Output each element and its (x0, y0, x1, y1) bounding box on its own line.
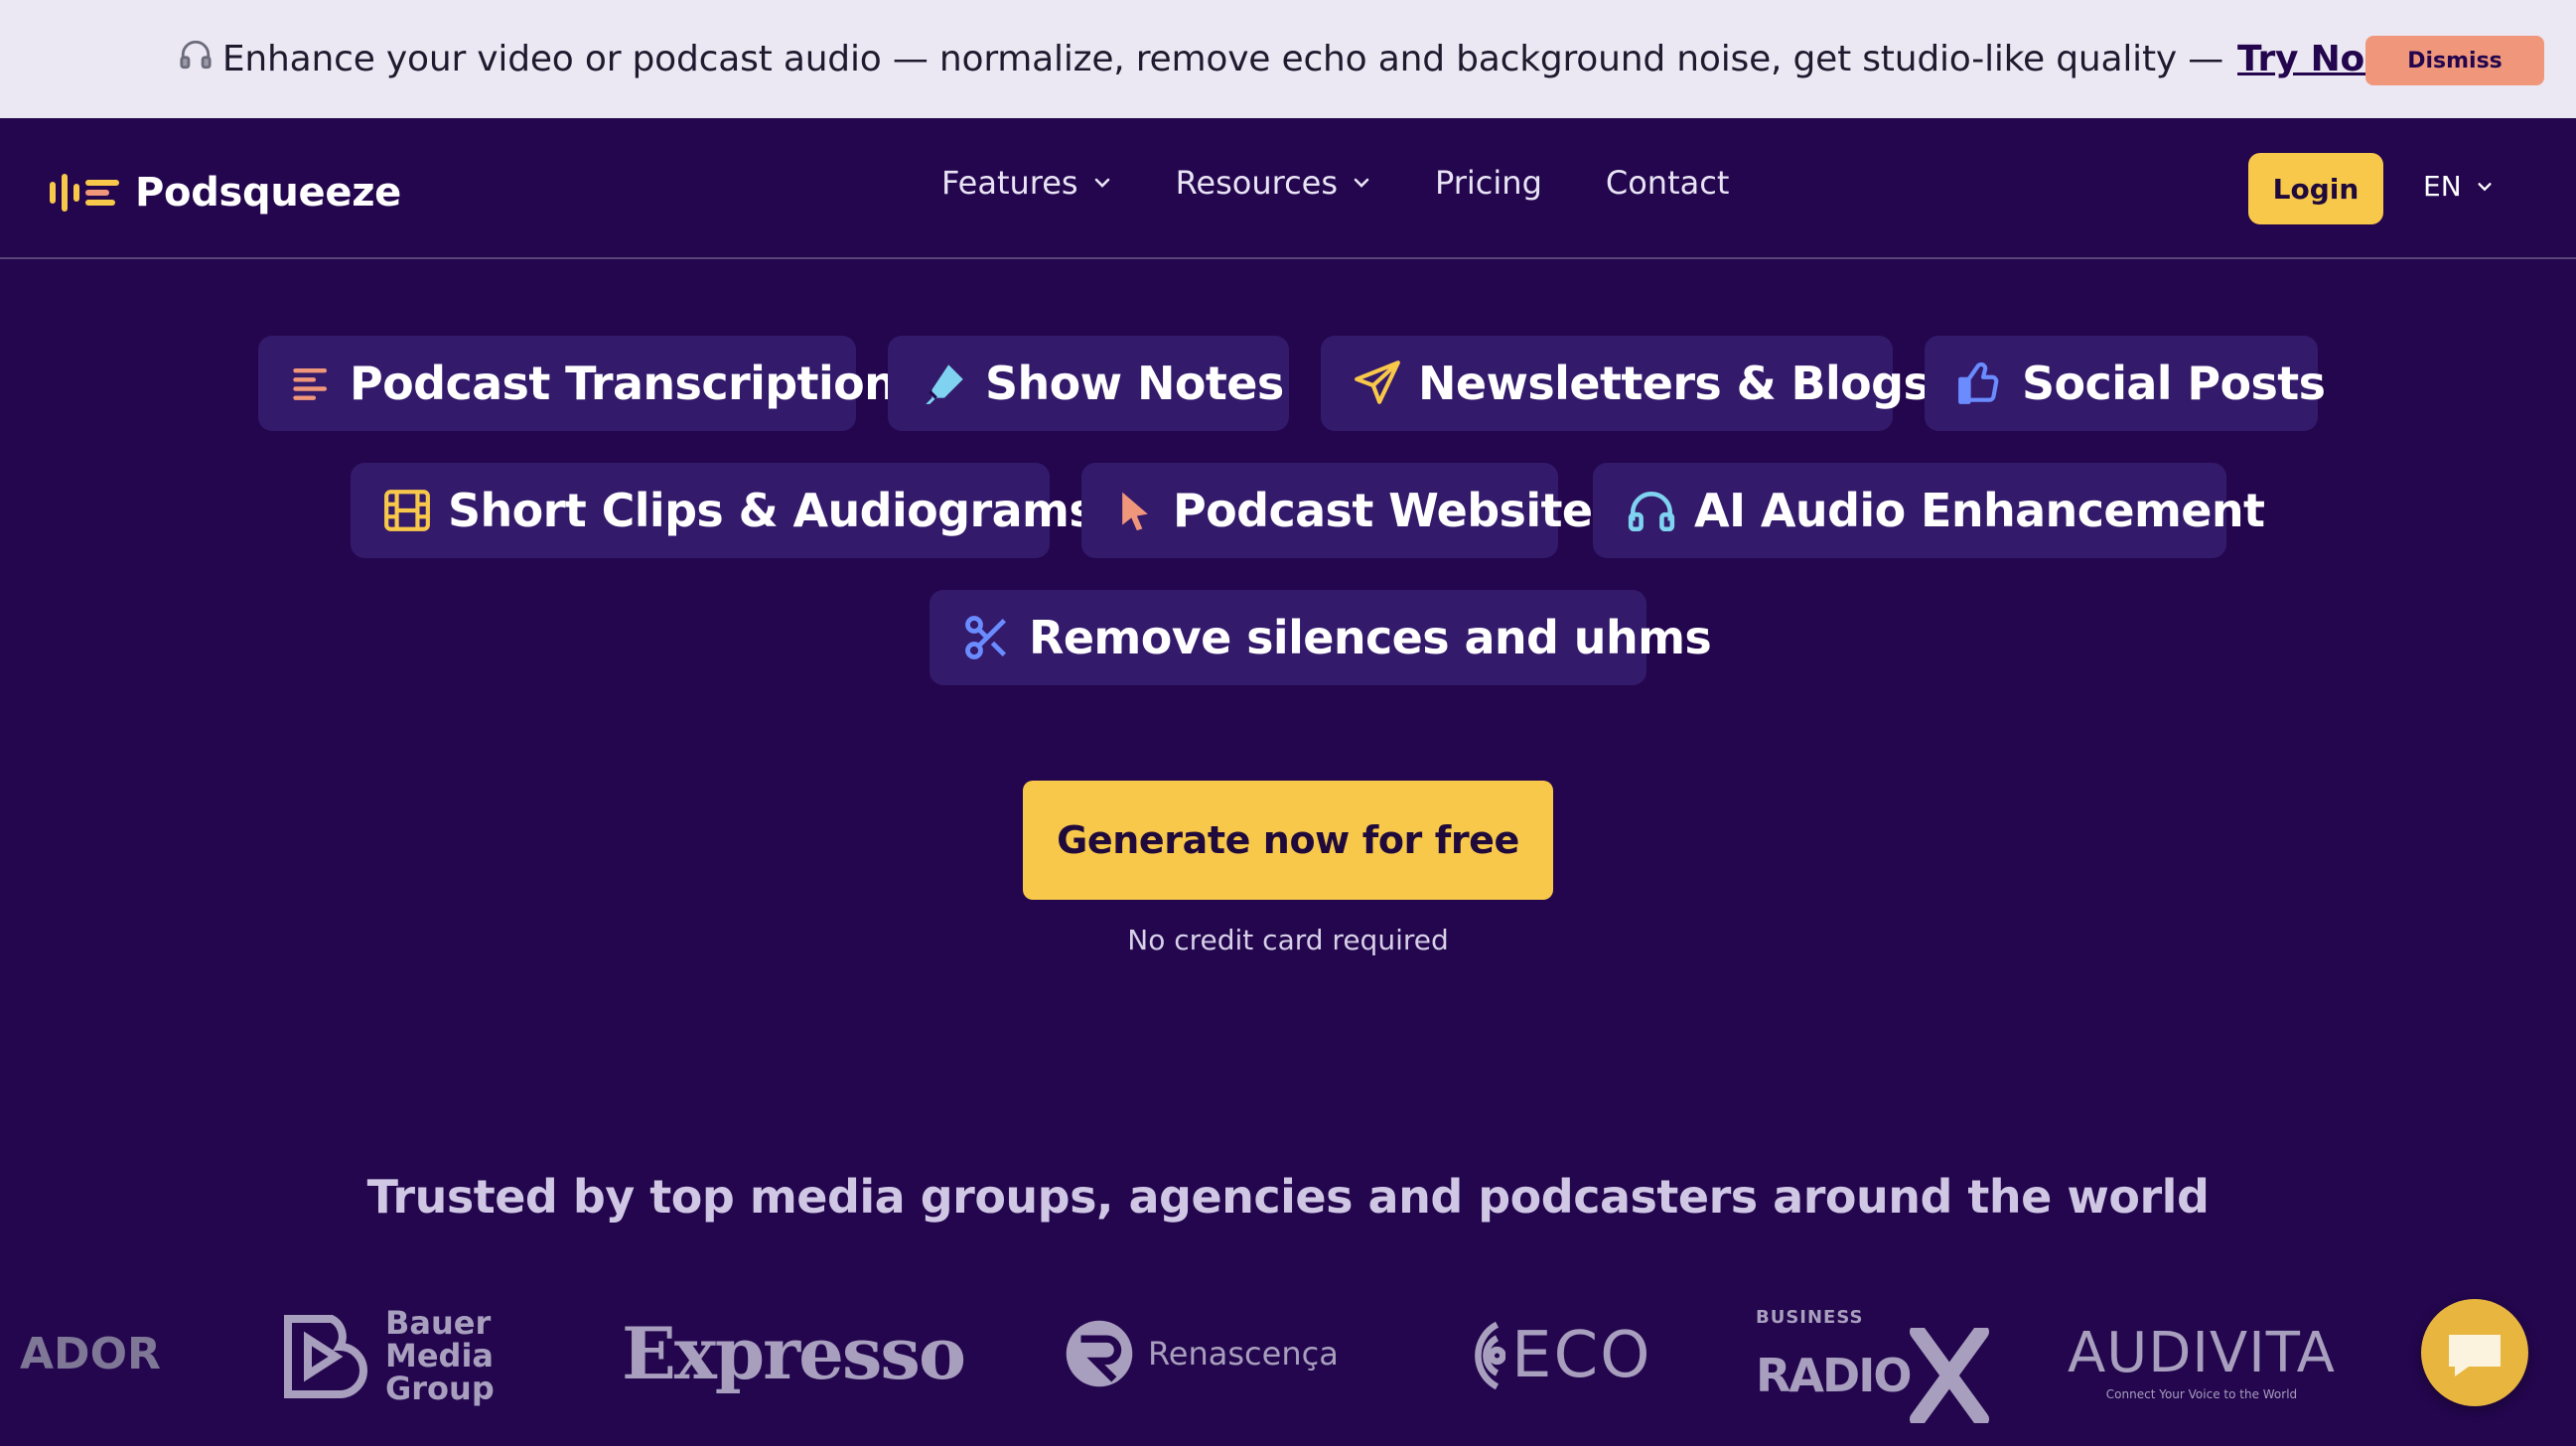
bauer-line: Bauer (385, 1304, 492, 1342)
renascenca-name: Renascença (1148, 1335, 1339, 1373)
feature-label: AI Audio Enhancement (1694, 484, 2265, 537)
cursor-icon (1122, 492, 1148, 531)
audivita-tagline: Connect Your Voice to the World (2105, 1387, 2298, 1401)
client-logos: ADOR Bauer Media Group Expresso Renascen… (0, 1291, 2576, 1440)
nav-features[interactable]: Features (941, 164, 1112, 202)
banner-message: Enhance your video or podcast audio — no… (179, 38, 2397, 80)
logo-bauer-media-group: Bauer Media Group (280, 1307, 495, 1405)
brand-logo[interactable]: Podsqueeze (48, 170, 401, 216)
nav-features-label: Features (941, 164, 1078, 202)
headphones-icon (1628, 492, 1675, 532)
nav-contact[interactable]: Contact (1606, 164, 1730, 202)
logo-expresso: Expresso (622, 1311, 966, 1395)
eco-name: ECO (1511, 1319, 1652, 1392)
bauer-line: Media (385, 1337, 495, 1374)
logo-renascenca: Renascença (1063, 1317, 1339, 1390)
audivita-name: AUDIVITA (2068, 1321, 2336, 1385)
highlighter-icon (926, 364, 963, 404)
nav-pricing[interactable]: Pricing (1435, 164, 1542, 202)
feature-label: Short Clips & Audiograms (448, 484, 1096, 537)
feature-label: Newsletters & Blogs (1418, 357, 1931, 410)
trusted-heading: Trusted by top media groups, agencies an… (366, 1170, 2210, 1224)
feature-newsletters-blogs[interactable]: Newsletters & Blogs (1321, 336, 1931, 431)
logo-ador: ADOR (20, 1329, 161, 1379)
lines-icon (293, 367, 328, 400)
language-selector[interactable]: EN (2423, 170, 2494, 203)
logo-eco: ECO (1446, 1313, 1652, 1398)
thumbs-up-icon (1958, 362, 1999, 404)
chevron-down-icon (2478, 182, 2492, 191)
waveform-logo-icon (50, 174, 119, 212)
logo-audivita: AUDIVITA Connect Your Voice to the World (2068, 1321, 2336, 1401)
generate-now-button[interactable]: Generate now for free (1023, 781, 1553, 900)
bauer-line: Group (385, 1370, 495, 1407)
logo-business-radio-x: BUSINESS RADIO (1756, 1307, 1990, 1423)
headphones-icon (179, 38, 213, 80)
bauer-play-icon (284, 1314, 367, 1398)
nav-links: Features Resources Pricing Contact (941, 164, 1792, 202)
feature-label: Show Notes (985, 357, 1284, 410)
feature-label: Podcast Transcription (350, 357, 897, 410)
eco-rings-icon (1475, 1321, 1505, 1390)
login-button[interactable]: Login (2248, 153, 2383, 224)
feature-show-notes[interactable]: Show Notes (888, 336, 1289, 431)
chevron-down-icon (1354, 178, 1369, 188)
film-icon (384, 490, 430, 531)
dismiss-button[interactable]: Dismiss (2365, 36, 2544, 85)
radio-x-mark-icon (1910, 1328, 1990, 1423)
announcement-banner: Enhance your video or podcast audio — no… (0, 0, 2576, 118)
feature-label: Social Posts (2022, 357, 2326, 410)
chevron-down-icon (1094, 178, 1109, 188)
nav-resources[interactable]: Resources (1176, 164, 1371, 202)
renascenca-emblem-icon (1066, 1320, 1133, 1387)
feature-label: Remove silences and uhms (1029, 611, 1712, 664)
chat-widget-button[interactable] (2421, 1299, 2528, 1406)
paper-plane-icon (1355, 361, 1400, 404)
feature-social-posts[interactable]: Social Posts (1925, 336, 2326, 431)
chat-icon (2449, 1335, 2501, 1376)
feature-short-clips-audiograms[interactable]: Short Clips & Audiograms (351, 463, 1096, 558)
banner-text: Enhance your video or podcast audio — no… (221, 39, 2224, 79)
language-label: EN (2423, 170, 2462, 203)
scissors-icon (965, 616, 1007, 659)
brand-name: Podsqueeze (135, 170, 402, 216)
radio-small-label: BUSINESS (1756, 1307, 1864, 1328)
radio-big-label: RADIO (1756, 1349, 1912, 1402)
no-credit-card-note: No credit card required (1127, 924, 1449, 956)
top-nav: Podsqueeze Features Resources Pricing Co… (0, 118, 2576, 259)
feature-podcast-website[interactable]: Podcast Website (1081, 463, 1593, 558)
feature-podcast-transcription[interactable]: Podcast Transcription (258, 336, 897, 431)
feature-ai-audio-enhancement[interactable]: AI Audio Enhancement (1593, 463, 2265, 558)
feature-remove-silences[interactable]: Remove silences and uhms (930, 590, 1712, 685)
nav-resources-label: Resources (1175, 164, 1339, 202)
feature-label: Podcast Website (1173, 484, 1593, 537)
